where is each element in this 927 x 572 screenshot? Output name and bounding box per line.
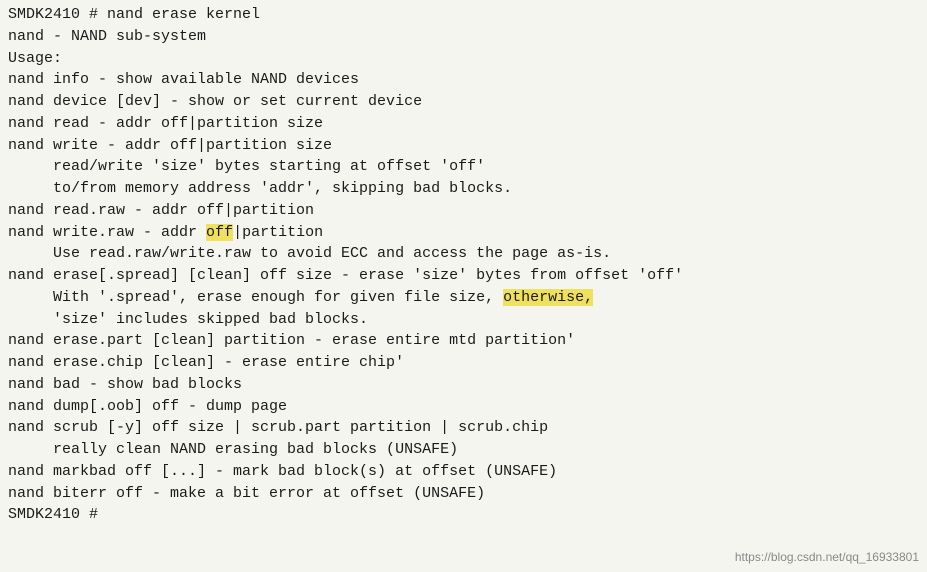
terminal-line: Usage:: [8, 48, 919, 70]
terminal-line: nand markbad off [...] - mark bad block(…: [8, 461, 919, 483]
terminal-line: nand bad - show bad blocks: [8, 374, 919, 396]
terminal-line: nand device [dev] - show or set current …: [8, 91, 919, 113]
terminal-line: nand dump[.oob] off - dump page: [8, 396, 919, 418]
terminal-line: With '.spread', erase enough for given f…: [8, 287, 919, 309]
terminal-line: nand biterr off - make a bit error at of…: [8, 483, 919, 505]
terminal-line: to/from memory address 'addr', skipping …: [8, 178, 919, 200]
terminal-line: SMDK2410 #: [8, 504, 919, 526]
terminal-line: nand write.raw - addr off|partition: [8, 222, 919, 244]
terminal-window: SMDK2410 # nand erase kernelnand - NAND …: [0, 0, 927, 572]
terminal-output: SMDK2410 # nand erase kernelnand - NAND …: [8, 4, 919, 526]
terminal-line: 'size' includes skipped bad blocks.: [8, 309, 919, 331]
terminal-line: SMDK2410 # nand erase kernel: [8, 4, 919, 26]
terminal-line: nand info - show available NAND devices: [8, 69, 919, 91]
terminal-line: nand read - addr off|partition size: [8, 113, 919, 135]
terminal-line: nand - NAND sub-system: [8, 26, 919, 48]
terminal-line: really clean NAND erasing bad blocks (UN…: [8, 439, 919, 461]
terminal-line: nand write - addr off|partition size: [8, 135, 919, 157]
terminal-line: nand erase.chip [clean] - erase entire c…: [8, 352, 919, 374]
terminal-line: nand erase.part [clean] partition - eras…: [8, 330, 919, 352]
watermark: https://blog.csdn.net/qq_16933801: [735, 549, 919, 566]
terminal-line: Use read.raw/write.raw to avoid ECC and …: [8, 243, 919, 265]
terminal-line: nand erase[.spread] [clean] off size - e…: [8, 265, 919, 287]
highlight-word: otherwise,: [503, 289, 593, 306]
terminal-line: nand scrub [-y] off size | scrub.part pa…: [8, 417, 919, 439]
highlight-word: off: [206, 224, 233, 241]
terminal-line: read/write 'size' bytes starting at offs…: [8, 156, 919, 178]
terminal-line: nand read.raw - addr off|partition: [8, 200, 919, 222]
